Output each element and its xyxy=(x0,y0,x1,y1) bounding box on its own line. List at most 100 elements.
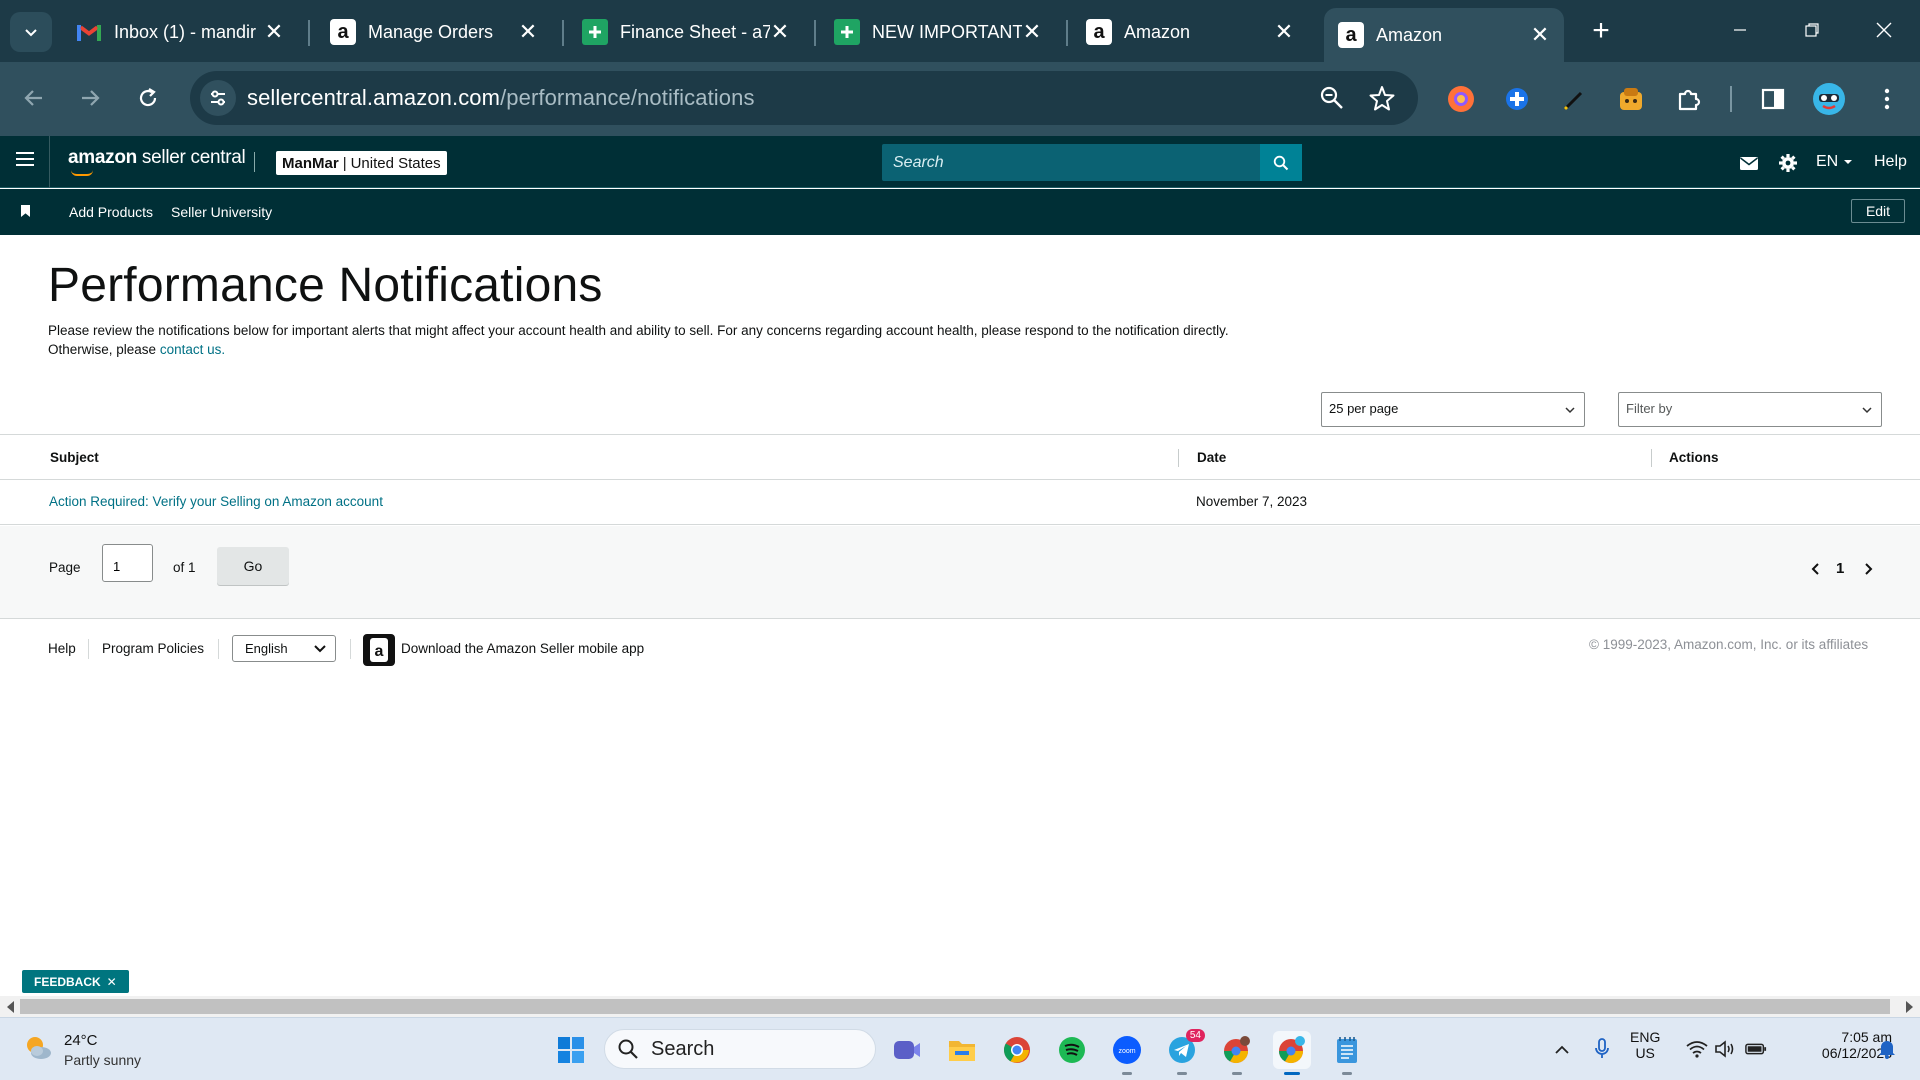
weather-description: Partly sunny xyxy=(64,1052,142,1068)
contact-us-link[interactable]: contact us. xyxy=(160,342,225,357)
extension-firefox-icon[interactable] xyxy=(1444,82,1478,116)
side-panel-button[interactable] xyxy=(1756,82,1790,116)
add-products-link[interactable]: Add Products xyxy=(69,204,153,220)
previous-page-button[interactable] xyxy=(1810,562,1822,580)
scrollbar-thumb[interactable] xyxy=(20,999,1890,1014)
close-tab-icon[interactable]: ✕ xyxy=(264,19,284,44)
scroll-right-arrow-icon[interactable] xyxy=(1906,1001,1913,1013)
close-tab-icon[interactable]: ✕ xyxy=(1274,19,1294,44)
tab-separator xyxy=(814,20,816,46)
seller-university-link[interactable]: Seller University xyxy=(171,204,272,220)
taskbar-meet-app[interactable] xyxy=(888,1031,926,1069)
minimize-button[interactable] xyxy=(1710,10,1770,50)
taskbar-search[interactable]: Search xyxy=(604,1029,876,1069)
next-page-button[interactable] xyxy=(1862,562,1874,580)
taskbar-file-explorer[interactable] xyxy=(943,1031,981,1069)
taskbar-notepad[interactable] xyxy=(1328,1031,1366,1075)
site-info-button[interactable] xyxy=(200,80,236,116)
close-tab-icon[interactable]: ✕ xyxy=(518,19,538,44)
scroll-left-arrow-icon[interactable] xyxy=(7,1001,14,1013)
seller-search-input[interactable] xyxy=(882,144,1260,181)
browser-tab-amazon[interactable]: a Amazon ✕ xyxy=(1072,8,1308,56)
seller-central-logo[interactable]: amazon seller central xyxy=(68,147,246,169)
volume-button[interactable] xyxy=(1714,1038,1736,1060)
zoom-button[interactable] xyxy=(1318,84,1346,112)
browser-menu-button[interactable] xyxy=(1870,82,1904,116)
settings-button[interactable] xyxy=(1777,152,1799,174)
bookmark-icon[interactable] xyxy=(21,205,30,217)
page-footer: Help Program Policies English a Download… xyxy=(0,630,1920,670)
seller-search-button[interactable] xyxy=(1260,144,1302,181)
browser-tab-finance-sheet[interactable]: Finance Sheet - a7 ✕ xyxy=(568,8,804,56)
footer-language-value: English xyxy=(245,641,288,656)
tab-search-button[interactable] xyxy=(10,12,52,52)
language-label: EN xyxy=(1816,153,1839,170)
restore-button[interactable] xyxy=(1782,10,1842,50)
browser-tab-strip: Inbox (1) - mandir ✕ a Manage Orders ✕ F… xyxy=(0,0,1920,62)
tab-title: Finance Sheet - a7 xyxy=(620,21,770,42)
address-bar[interactable]: sellercentral.amazon.com/performance/not… xyxy=(190,71,1418,125)
brand-seller-central: seller central xyxy=(136,147,246,168)
extensions-puzzle-icon[interactable] xyxy=(1672,82,1706,116)
per-page-select[interactable]: 25 per page xyxy=(1321,392,1585,427)
taskbar-chrome[interactable] xyxy=(998,1031,1036,1069)
column-date[interactable]: Date xyxy=(1197,450,1226,465)
microphone-button[interactable] xyxy=(1591,1038,1613,1060)
program-policies-link[interactable]: Program Policies xyxy=(102,641,204,656)
taskbar-telegram[interactable]: 54 xyxy=(1163,1029,1205,1075)
table-row: Action Required: Verify your Selling on … xyxy=(0,480,1920,525)
close-icon[interactable]: ✕ xyxy=(107,975,117,989)
close-window-button[interactable] xyxy=(1854,10,1914,50)
download-app-link[interactable]: Download the Amazon Seller mobile app xyxy=(401,641,644,656)
bookmark-star-button[interactable] xyxy=(1368,84,1396,112)
browser-tab-new-important[interactable]: NEW IMPORTANT ✕ xyxy=(820,8,1056,56)
extension-honey-icon[interactable] xyxy=(1614,82,1648,116)
close-icon xyxy=(1876,22,1892,38)
menu-hamburger-icon[interactable] xyxy=(16,152,34,166)
footer-help-link[interactable]: Help xyxy=(48,641,76,656)
input-language-line1: ENG xyxy=(1630,1029,1661,1045)
extension-pen-icon[interactable] xyxy=(1558,82,1592,116)
show-hidden-icons-button[interactable] xyxy=(1551,1038,1573,1060)
notifications-button[interactable] xyxy=(1876,1038,1898,1060)
taskbar-zoom[interactable]: zoom xyxy=(1108,1031,1146,1075)
reload-button[interactable] xyxy=(128,78,168,118)
close-tab-icon[interactable]: ✕ xyxy=(1022,19,1042,44)
forward-button[interactable] xyxy=(70,78,110,118)
taskbar-spotify[interactable] xyxy=(1053,1031,1091,1069)
battery-button[interactable] xyxy=(1745,1038,1767,1060)
column-subject[interactable]: Subject xyxy=(50,450,99,465)
browser-tab-amazon-active[interactable]: a Amazon ✕ xyxy=(1324,8,1564,62)
filter-by-select[interactable]: Filter by xyxy=(1618,392,1882,427)
input-language[interactable]: ENG US xyxy=(1630,1029,1660,1061)
account-switcher[interactable]: ManMar | United States xyxy=(276,151,447,175)
browser-tab-gmail[interactable]: Inbox (1) - mandir ✕ xyxy=(62,8,298,56)
extension-plus-icon[interactable] xyxy=(1500,82,1534,116)
back-button[interactable] xyxy=(14,78,54,118)
footer-language-select[interactable]: English xyxy=(232,635,336,662)
browser-tab-manage-orders[interactable]: a Manage Orders ✕ xyxy=(316,8,552,56)
spotify-icon xyxy=(1059,1037,1085,1063)
taskbar-chrome-profile[interactable] xyxy=(1218,1031,1256,1075)
profile-avatar-button[interactable] xyxy=(1812,82,1846,116)
notification-subject-link[interactable]: Action Required: Verify your Selling on … xyxy=(49,494,383,509)
amazon-seller-app-icon[interactable]: a xyxy=(363,634,395,666)
wifi-button[interactable] xyxy=(1686,1038,1708,1060)
close-tab-icon[interactable]: ✕ xyxy=(1530,22,1550,47)
go-button[interactable]: Go xyxy=(217,547,289,585)
volume-icon xyxy=(1715,1040,1734,1058)
messages-button[interactable] xyxy=(1738,152,1760,174)
new-tab-button[interactable]: + xyxy=(1584,14,1618,48)
current-page-number[interactable]: 1 xyxy=(1836,560,1844,577)
horizontal-scrollbar[interactable] xyxy=(0,996,1920,1017)
gmail-icon xyxy=(76,19,102,45)
start-button[interactable] xyxy=(552,1031,590,1069)
header-help-link[interactable]: Help xyxy=(1874,153,1907,171)
taskbar-chrome-active[interactable] xyxy=(1273,1031,1311,1075)
feedback-button[interactable]: FEEDBACK ✕ xyxy=(22,970,129,993)
page-number-input[interactable] xyxy=(102,544,153,582)
edit-bookmarks-button[interactable]: Edit xyxy=(1851,199,1905,223)
language-menu[interactable]: EN xyxy=(1816,153,1854,171)
weather-partly-sunny-icon[interactable] xyxy=(22,1032,54,1064)
close-tab-icon[interactable]: ✕ xyxy=(770,19,790,44)
